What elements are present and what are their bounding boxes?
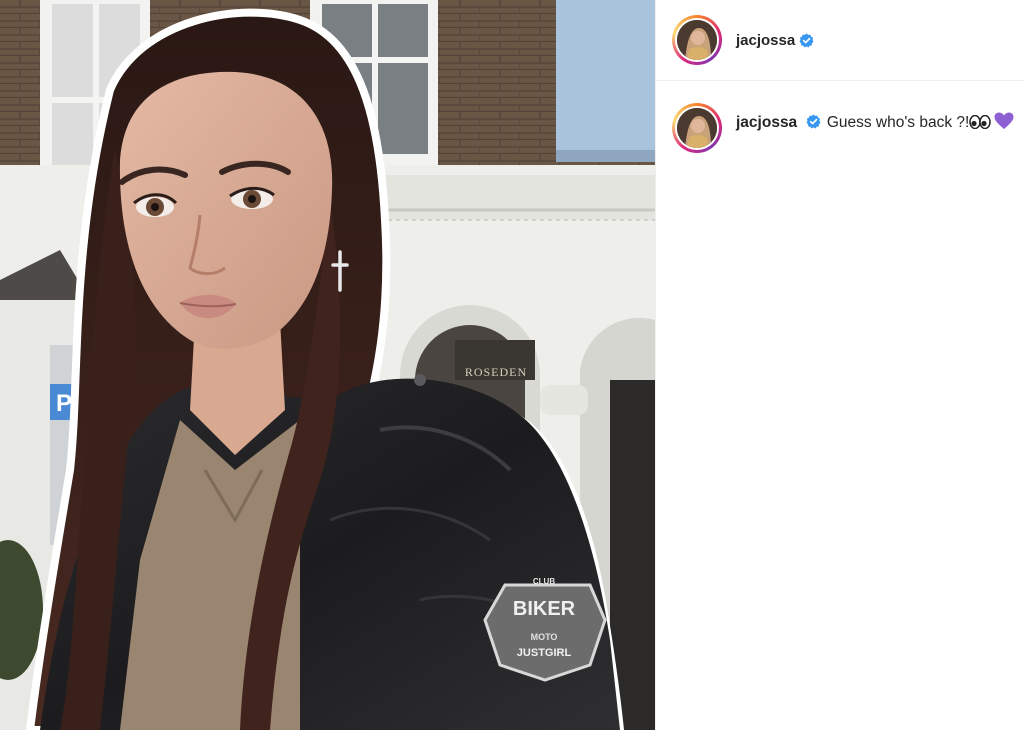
- svg-text:MOTO: MOTO: [531, 632, 558, 642]
- instagram-post: P ROSEDEN CLUB BIKER MOTO JUSTGIRL jacjo…: [0, 0, 1024, 730]
- post-photo[interactable]: P ROSEDEN CLUB BIKER MOTO JUSTGIRL: [0, 0, 655, 730]
- caption-text: jacjossa Guess who's back ?!: [736, 112, 1014, 133]
- svg-text:P: P: [56, 390, 72, 417]
- biker-patch: CLUB BIKER MOTO JUSTGIRL: [483, 577, 607, 682]
- svg-text:JUSTGIRL: JUSTGIRL: [517, 647, 572, 659]
- caption-body: Guess who's back ?!: [826, 114, 970, 131]
- username-link[interactable]: jacjossa: [736, 32, 795, 49]
- post-side-panel: jacjossa jacjossa Guess who's back ?!: [655, 0, 1024, 730]
- caption-username-link[interactable]: jacjossa: [736, 114, 797, 131]
- profile-photo-icon: [677, 108, 717, 148]
- svg-text:ROSEDEN: ROSEDEN: [465, 365, 527, 379]
- photo-illustration: P ROSEDEN CLUB BIKER MOTO JUSTGIRL: [0, 0, 655, 730]
- verified-badge-icon: [805, 114, 821, 129]
- post-header: jacjossa: [656, 0, 1024, 81]
- post-caption: jacjossa Guess who's back ?!: [656, 81, 1024, 153]
- svg-text:CLUB: CLUB: [533, 577, 555, 586]
- verified-badge-icon: [799, 32, 814, 48]
- eyes-emoji-icon: [969, 115, 992, 129]
- caption-avatar[interactable]: [672, 103, 722, 153]
- svg-text:BIKER: BIKER: [513, 598, 576, 620]
- profile-photo-icon: [677, 20, 717, 60]
- avatar[interactable]: [672, 15, 722, 65]
- purple-heart-emoji-icon: [994, 112, 1014, 129]
